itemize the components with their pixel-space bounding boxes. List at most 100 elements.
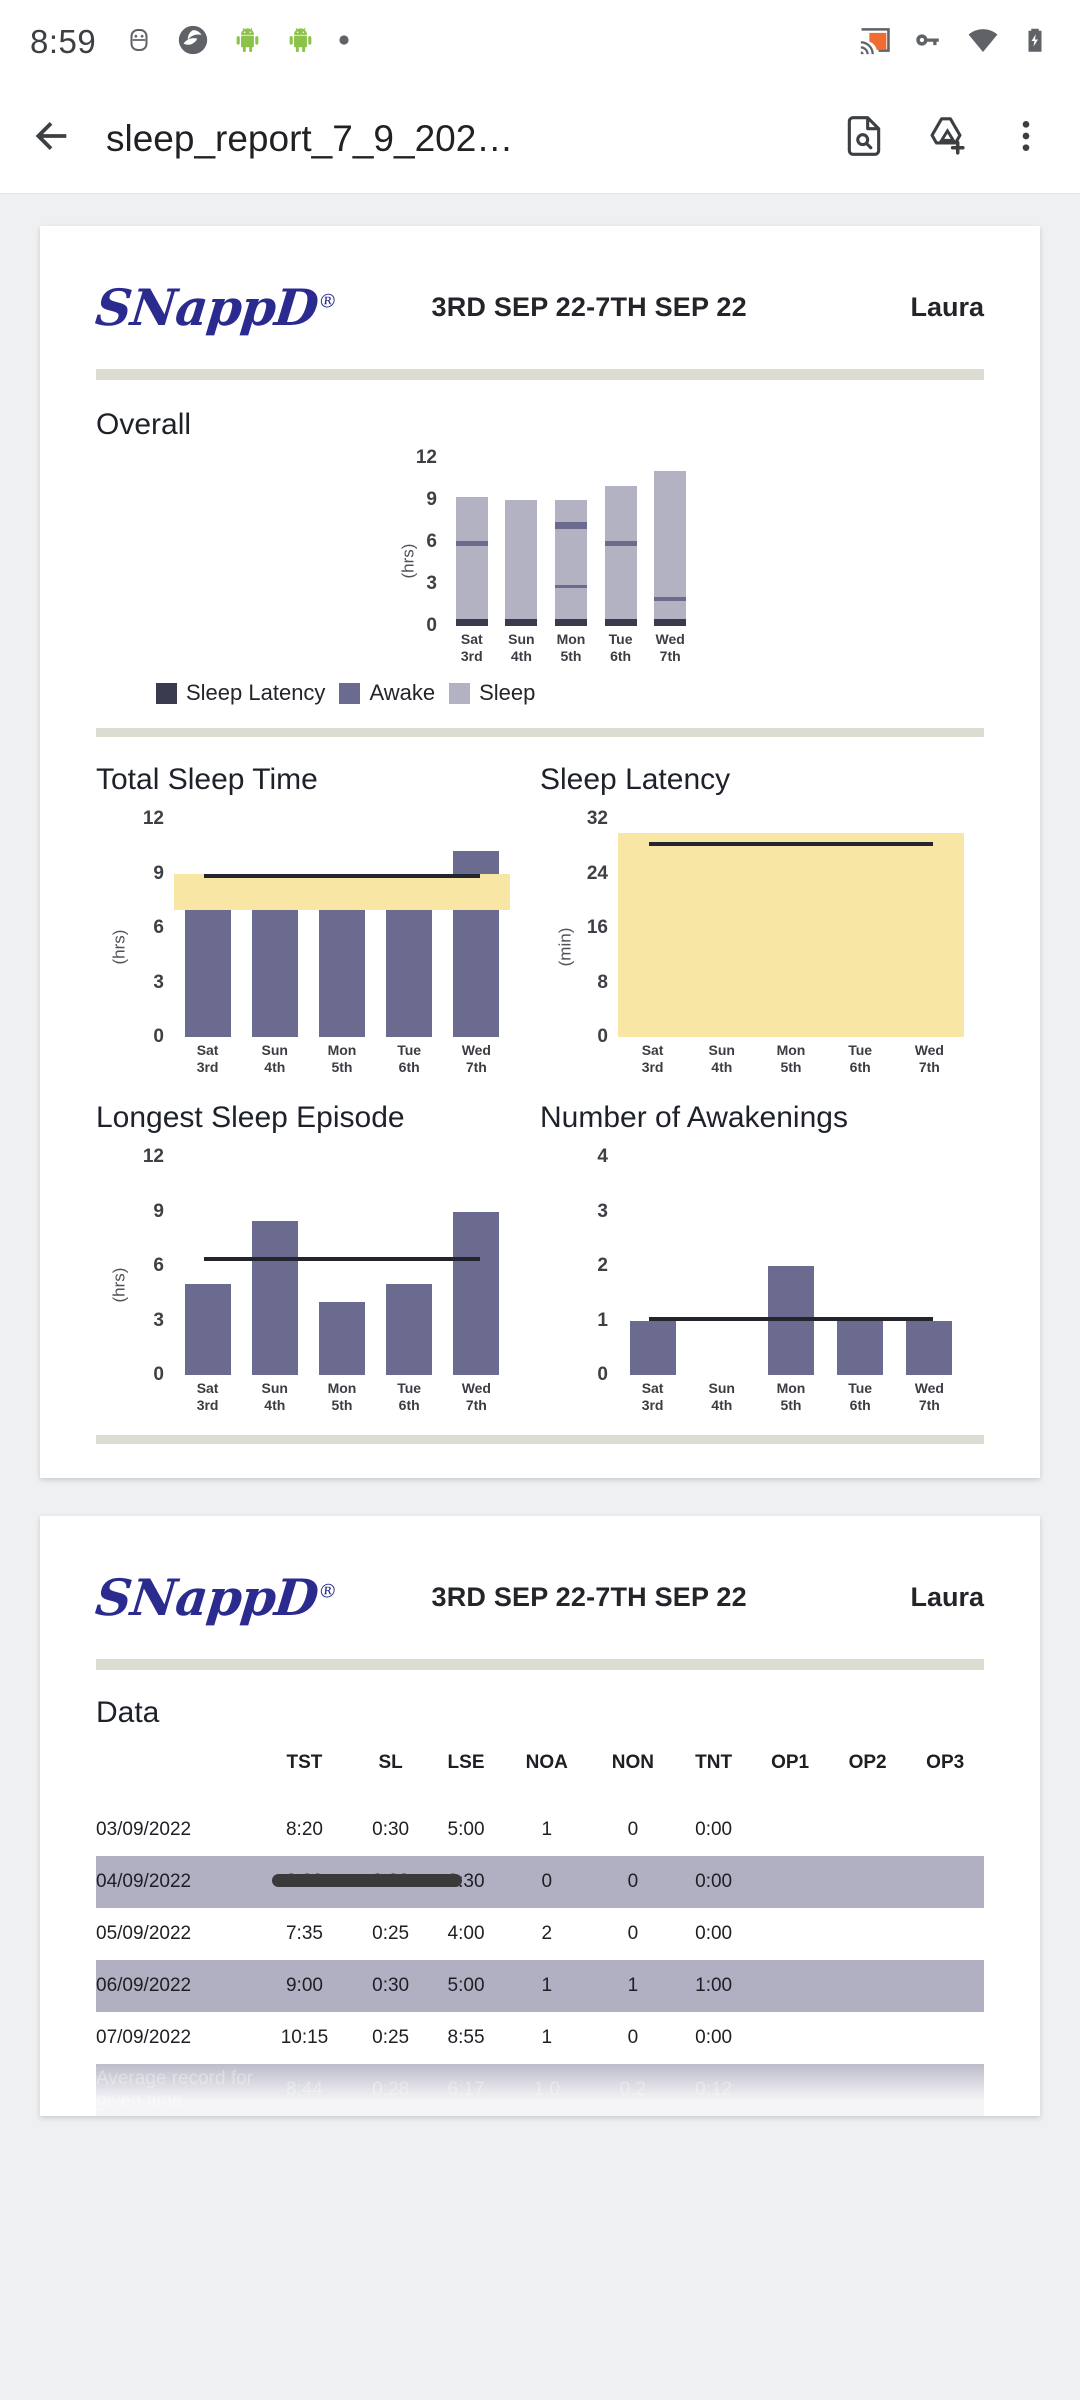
x-tick-label: Sun 4th — [508, 631, 535, 664]
table-row: 03/09/2022 8:20 0:30 5:00 1 0 0:00 — [96, 1804, 984, 1856]
battery-charging-icon — [1020, 25, 1050, 60]
overall-y-axis-label: (hrs) — [398, 543, 418, 579]
bar-segment — [554, 521, 587, 530]
table-cell: 5:00 — [447, 1819, 485, 1841]
x-tick-label: Tue 6th — [608, 631, 633, 664]
x-tick-label: Sat 3rd — [196, 1042, 219, 1075]
table-cell: 4:00 — [447, 1923, 485, 1945]
table-cell: 0:30 — [372, 1819, 410, 1841]
table-cell-average — [906, 2064, 984, 2116]
table-cell: 0 — [627, 1871, 639, 1893]
bar-segment — [654, 597, 687, 601]
bar — [906, 1157, 953, 1376]
x-tick-label: Tue 6th — [397, 1380, 422, 1413]
table-cell — [906, 1908, 984, 1960]
y-tick-label: 12 — [142, 808, 164, 830]
legend-label: Sleep — [479, 680, 536, 706]
y-tick-label: 24 — [586, 862, 608, 884]
page2-header: SNappD® 3RD SEP 22-7TH SEP 22 Laura — [92, 1568, 984, 1628]
table-cell: 0 — [541, 1871, 553, 1893]
document-scroll-area[interactable]: SNappD® 3RD SEP 22-7TH SEP 22 Laura Over… — [0, 194, 1080, 2400]
bar-segment — [554, 588, 587, 619]
bar-segment — [654, 600, 687, 619]
table-cell: 1:00 — [695, 1975, 733, 1997]
bar — [386, 819, 433, 1038]
page1-user-name: Laura — [910, 292, 984, 322]
wifi-icon — [966, 23, 1000, 62]
bar-fill — [837, 1320, 884, 1376]
table-cell-average: 0:28 — [372, 2079, 410, 2101]
y-tick-label: 4 — [597, 1146, 608, 1168]
table-cell: 0:30 — [372, 1975, 410, 1997]
noa-title: Number of Awakenings — [540, 1101, 848, 1135]
legend-label: Awake — [369, 680, 436, 706]
overflow-menu-icon[interactable] — [1006, 114, 1046, 163]
table-cell-average — [751, 2064, 829, 2116]
table-col-header: NOA — [525, 1752, 568, 1774]
bar-fill — [453, 1211, 500, 1376]
table-cell: 0:00 — [695, 1923, 733, 1945]
table-row: 04/09/20228:300:308:30000:00 — [96, 1856, 984, 1909]
table-cell: 0:25 — [372, 2027, 410, 2049]
bar — [318, 819, 365, 1038]
find-in-document-icon[interactable] — [842, 114, 886, 163]
panel-number-of-awakenings: Number of Awakenings 0 1 2 3 4 Sat 3rd Sun 4th M… — [540, 1075, 984, 1413]
x-tick-label: Wed 7th — [914, 1380, 944, 1413]
x-tick-label: Sun 4th — [708, 1042, 735, 1075]
status-right-icons — [858, 23, 1050, 62]
back-arrow-icon[interactable] — [28, 113, 74, 164]
y-tick-label: 16 — [586, 917, 608, 939]
bar — [699, 1157, 745, 1375]
x-tick-label: Mon 5th — [776, 1380, 806, 1413]
panel-total-sleep-time: Total Sleep Time (hrs) 0 3 6 9 12 Sat 3rd Sun 4… — [96, 737, 540, 1075]
noa-x-labels: Sat 3rd Sun 4th Mon 5th Tue 6th Wed 7th — [618, 1380, 964, 1413]
bar — [251, 1157, 298, 1376]
page1-header: SNappD® 3RD SEP 22-7TH SEP 22 Laura — [93, 278, 984, 337]
bar-segment — [455, 497, 488, 541]
header-divider — [96, 369, 984, 380]
stacked-bar — [654, 458, 687, 626]
bar-segment — [505, 619, 538, 626]
table-col-header: TNT — [695, 1752, 733, 1774]
table-cell — [829, 1960, 907, 2012]
table-cell-date: 04/09/2022 — [96, 1871, 192, 1893]
x-tick-label: Sun 4th — [261, 1042, 288, 1075]
table-cell-date: 03/09/2022 — [96, 1819, 192, 1841]
bar-fill — [251, 1220, 298, 1376]
average-line — [204, 874, 480, 879]
add-to-drive-icon[interactable] — [924, 114, 968, 163]
y-tick-label: 0 — [426, 615, 437, 636]
android-debug-icon — [124, 25, 154, 60]
x-tick-label: Wed 7th — [914, 1042, 944, 1075]
table-col-header: NON — [611, 1752, 654, 1774]
table-cell: 7:35 — [285, 1923, 323, 1945]
bar — [251, 819, 298, 1038]
status-bar: 8:59 — [0, 0, 1080, 84]
section-divider-1 — [96, 728, 984, 738]
y-tick-label: 0 — [597, 1364, 608, 1386]
legend-item: Sleep — [449, 680, 535, 706]
charts-row-2: Longest Sleep Episode (hrs) 0 3 6 9 12 Sat 3r… — [96, 1075, 984, 1413]
table-cell: 0 — [627, 1923, 639, 1945]
table-body: 03/09/2022 8:20 0:30 5:00 1 0 0:00 04/09/2022 8:… — [96, 1804, 984, 2117]
y-tick-label: 2 — [597, 1255, 608, 1277]
legend-label: Sleep Latency — [186, 680, 326, 706]
table-cell — [906, 1856, 984, 1908]
dot-icon — [338, 33, 350, 51]
status-left-icons — [124, 23, 858, 62]
table-header-row: TST SL LSE NOA NON TNT OP1 OP2 OP3 — [96, 1752, 984, 1804]
stacked-bar — [505, 458, 538, 626]
overall-bars — [447, 458, 695, 626]
horizontal-scrollbar[interactable] — [272, 1874, 462, 1888]
table-cell-average: 8:44 — [285, 2079, 323, 2101]
average-line — [649, 842, 933, 847]
x-tick-label: Mon 5th — [556, 631, 586, 664]
y-tick-label: 9 — [426, 489, 437, 510]
x-tick-label: Sat 3rd — [641, 1380, 664, 1413]
table-cell: 8:55 — [447, 2027, 485, 2049]
x-tick-label: Tue 6th — [848, 1042, 873, 1075]
sl-title: Sleep Latency — [540, 763, 731, 797]
snappd-logo: SNappD® — [92, 1568, 338, 1628]
x-tick-label: Sat 3rd — [196, 1380, 219, 1413]
tst-x-labels: Sat 3rd Sun 4th Mon 5th Tue 6th Wed 7th — [174, 1042, 510, 1075]
